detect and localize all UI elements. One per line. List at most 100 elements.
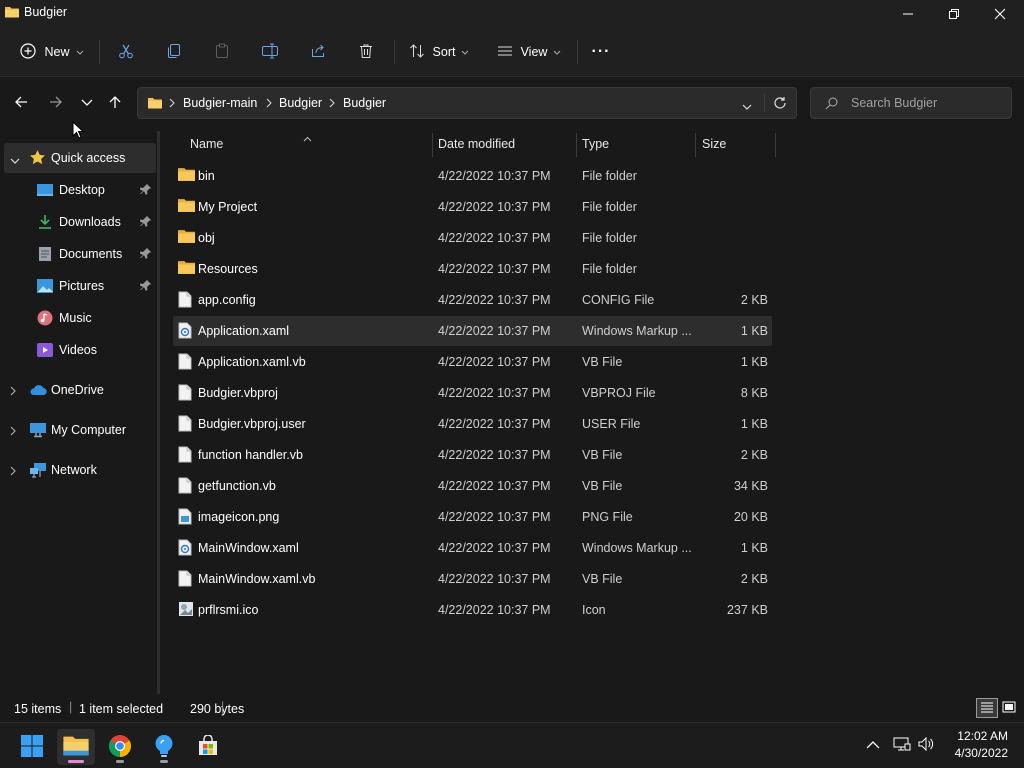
breadcrumb-budgier-main[interactable]: Budgier-main xyxy=(183,96,257,110)
start-button[interactable] xyxy=(13,729,51,765)
videos-icon xyxy=(36,342,54,358)
sidebar-item-network[interactable]: Network xyxy=(0,455,157,485)
new-button[interactable]: New xyxy=(14,36,90,68)
paste-button[interactable] xyxy=(208,36,236,68)
search-box[interactable] xyxy=(810,87,1012,119)
restore-button[interactable] xyxy=(931,0,977,28)
chevron-right-icon[interactable] xyxy=(10,425,17,439)
sidebar-item-desktop[interactable]: Desktop xyxy=(0,175,157,205)
search-input[interactable] xyxy=(849,95,1003,111)
sidebar-item-label: Pictures xyxy=(59,279,105,293)
chevron-down-icon xyxy=(81,96,93,110)
breadcrumb-budgier-current[interactable]: Budgier xyxy=(343,96,386,110)
taskbar-store[interactable] xyxy=(189,729,227,765)
taskbar-tips[interactable] xyxy=(145,729,183,765)
breadcrumb-budgier-parent[interactable]: Budgier xyxy=(279,96,322,110)
file-row[interactable]: function handler.vb 4/22/2022 10:37 PM VB … xyxy=(173,440,772,470)
sidebar-item-my-computer[interactable]: My Computer xyxy=(0,415,157,445)
column-header-size[interactable]: Size xyxy=(702,137,726,151)
sidebar-item-documents[interactable]: Documents xyxy=(0,239,157,269)
file-row[interactable]: getfunction.vb 4/22/2022 10:37 PM VB File 3… xyxy=(173,471,772,501)
navigation-pane: Quick access Desktop Downloads Documents… xyxy=(0,131,157,694)
sidebar-item-label: Music xyxy=(59,311,92,325)
volume-icon[interactable] xyxy=(917,736,935,755)
clock-date[interactable]: 4/30/2022 xyxy=(944,746,1008,760)
file-row[interactable]: Budgier.vbproj.user 4/22/2022 10:37 PM USE… xyxy=(173,409,772,439)
rename-button[interactable] xyxy=(256,36,284,68)
chevron-right-icon[interactable] xyxy=(10,385,17,399)
sidebar-item-onedrive[interactable]: OneDrive xyxy=(0,375,157,405)
close-button[interactable] xyxy=(977,0,1023,28)
chevron-right-icon[interactable] xyxy=(10,465,17,479)
refresh-icon[interactable] xyxy=(773,96,787,113)
file-row[interactable]: MainWindow.xaml 4/22/2022 10:37 PM Windows… xyxy=(173,533,772,563)
file-name: MainWindow.xaml.vb xyxy=(198,572,316,586)
file-type: VBPROJ File xyxy=(582,386,656,400)
file-type: USER File xyxy=(582,417,641,431)
file-row[interactable]: bin 4/22/2022 10:37 PM File folder xyxy=(173,161,772,191)
taskbar-chrome[interactable] xyxy=(101,729,139,765)
windows-logo-icon xyxy=(20,734,44,761)
delete-button[interactable] xyxy=(352,36,380,68)
column-header-date[interactable]: Date modified xyxy=(438,137,515,151)
column-divider[interactable] xyxy=(775,133,776,157)
store-icon xyxy=(197,733,219,760)
chevron-right-icon xyxy=(266,97,272,111)
file-explorer-icon xyxy=(63,735,89,760)
file-row[interactable]: My Project 4/22/2022 10:37 PM File folder xyxy=(173,192,772,222)
minimize-button[interactable] xyxy=(885,0,931,28)
view-button[interactable]: View xyxy=(492,36,566,68)
folder-icon xyxy=(178,229,195,247)
show-hidden-icons-chevron-up-icon[interactable] xyxy=(866,738,880,752)
file-date: 4/22/2022 10:37 PM xyxy=(438,386,551,400)
column-divider[interactable] xyxy=(432,133,433,157)
file-date: 4/22/2022 10:37 PM xyxy=(438,510,551,524)
file-row[interactable]: Application.xaml 4/22/2022 10:37 PM Window… xyxy=(173,316,772,346)
details-view-button[interactable] xyxy=(976,698,998,718)
file-name: function handler.vb xyxy=(198,448,303,462)
address-bar[interactable]: Budgier-main Budgier Budgier xyxy=(137,87,797,119)
sidebar-item-label: Documents xyxy=(59,247,123,261)
sidebar-item-quick-access[interactable]: Quick access xyxy=(4,143,156,173)
file-row[interactable]: Budgier.vbproj 4/22/2022 10:37 PM VBPROJ F… xyxy=(173,378,772,408)
toolbar-divider xyxy=(394,40,395,64)
file-date: 4/22/2022 10:37 PM xyxy=(438,417,551,431)
recent-locations-button[interactable] xyxy=(74,89,100,117)
file-row[interactable]: obj 4/22/2022 10:37 PM File folder xyxy=(173,223,772,253)
sidebar-item-pictures[interactable]: Pictures xyxy=(0,271,157,301)
forward-button[interactable] xyxy=(43,89,69,117)
cut-button[interactable] xyxy=(112,36,140,68)
more-options-button[interactable]: ··· xyxy=(588,36,614,68)
column-header-name[interactable]: Name xyxy=(190,137,223,151)
copy-button[interactable] xyxy=(160,36,188,68)
up-button[interactable] xyxy=(102,89,128,117)
file-icon xyxy=(178,415,192,435)
chevron-down-icon[interactable] xyxy=(10,154,20,168)
sidebar-item-downloads[interactable]: Downloads xyxy=(0,207,157,237)
file-date: 4/22/2022 10:37 PM xyxy=(438,169,551,183)
address-history-dropdown[interactable] xyxy=(742,100,752,114)
scissors-icon xyxy=(118,43,134,62)
file-row[interactable]: Application.xaml.vb 4/22/2022 10:37 PM VB … xyxy=(173,347,772,377)
share-button[interactable] xyxy=(304,36,332,68)
column-header-type[interactable]: Type xyxy=(582,137,609,151)
folder-icon xyxy=(4,4,20,23)
back-button[interactable] xyxy=(8,89,34,117)
sidebar-item-videos[interactable]: Videos xyxy=(0,335,157,365)
file-row[interactable]: imageicon.png 4/22/2022 10:37 PM PNG File 2… xyxy=(173,502,772,532)
file-row[interactable]: app.config 4/22/2022 10:37 PM CONFIG File 2… xyxy=(173,285,772,315)
file-row[interactable]: Resources 4/22/2022 10:37 PM File folder xyxy=(173,254,772,284)
file-name: Application.xaml.vb xyxy=(198,355,306,369)
clock-time[interactable]: 12:02 AM xyxy=(944,729,1008,743)
sidebar-item-music[interactable]: Music xyxy=(0,303,157,333)
file-row[interactable]: prflrsmi.ico 4/22/2022 10:37 PM Icon 237 KB xyxy=(173,595,772,625)
pin-icon xyxy=(139,279,152,294)
network-status-icon[interactable] xyxy=(893,736,911,755)
file-row[interactable]: MainWindow.xaml.vb 4/22/2022 10:37 PM VB F… xyxy=(173,564,772,594)
column-divider[interactable] xyxy=(576,133,577,157)
taskbar-file-explorer[interactable] xyxy=(57,729,95,765)
sort-button[interactable]: Sort xyxy=(404,36,474,68)
column-divider[interactable] xyxy=(695,133,696,157)
large-icons-view-button[interactable] xyxy=(1000,699,1018,717)
file-date: 4/22/2022 10:37 PM xyxy=(438,355,551,369)
